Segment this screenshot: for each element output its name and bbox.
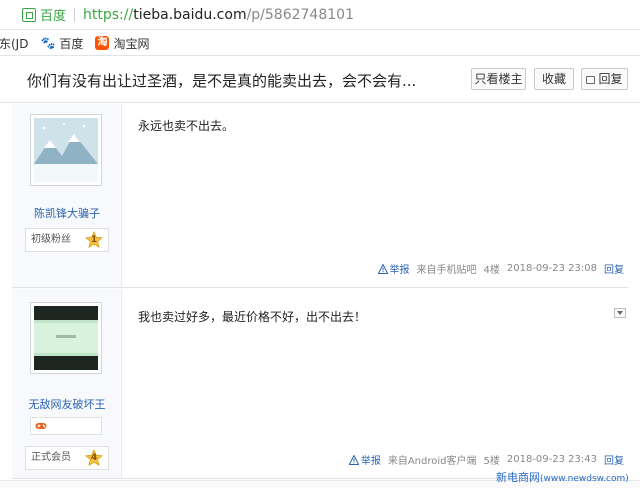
reply-button-label: 回复 — [598, 72, 623, 86]
post-source[interactable]: 来自手机贴吧 — [417, 261, 477, 276]
only-op-button[interactable]: 只看楼主 — [471, 68, 526, 90]
level-star-icon: 4 — [85, 449, 103, 467]
watermark-text: 新电商网 — [496, 471, 540, 484]
bookmarks-bar: 东(JD 🐾 百度 淘 淘宝网 — [0, 31, 640, 56]
warning-icon — [377, 263, 388, 274]
bookmark-baidu-label: 百度 — [59, 36, 84, 51]
post-floor-5: 无敌网友破坏王 正式会员 4 我也卖过好多，最近价格不好，出不出去！ 举报 来自… — [12, 289, 628, 479]
post-content: 我也卖过好多，最近价格不好，出不出去！ — [138, 310, 367, 324]
bookmark-baidu[interactable]: 🐾 百度 — [40, 35, 83, 52]
address-divider — [74, 7, 76, 22]
url-protocol: https:// — [83, 6, 134, 23]
level-number: 1 — [90, 235, 98, 245]
level-star-icon: 1 — [85, 231, 103, 249]
favorite-button[interactable]: 收藏 — [534, 68, 574, 90]
reply-button[interactable]: 回复 — [581, 68, 628, 90]
report-label: 举报 — [360, 456, 381, 467]
avatar[interactable] — [30, 114, 102, 186]
floor-number: 5楼 — [483, 456, 500, 467]
bookmark-taobao-label: 淘宝网 — [113, 36, 150, 51]
game-badge[interactable] — [30, 417, 102, 435]
address-bar[interactable]: 百度 https:// tieba.baidu.com /p/586274810… — [0, 0, 640, 30]
author-sidebar: 无敌网友破坏王 正式会员 4 — [12, 289, 122, 478]
bookmark-jd-label: 东(JD — [0, 36, 29, 51]
url-path: /p/5862748101 — [246, 6, 354, 23]
post-meta: 举报 来自Android客户端 5楼 2018-09-23 23:43 回复 — [348, 452, 624, 467]
warning-icon — [348, 454, 359, 465]
level-title: 正式会员 — [31, 452, 71, 463]
snowy-mountain-avatar-icon — [34, 118, 98, 182]
reply-bubble-icon — [586, 76, 596, 84]
bookmark-taobao[interactable]: 淘 淘宝网 — [95, 35, 149, 52]
thread-header: 你们有没有出让过圣酒，是不是真的能卖出去，会不会有... 只看楼主 收藏 回复 — [0, 57, 640, 103]
site-watermark: 新电商网(www.newdsw.com) — [496, 469, 629, 485]
dark-green-avatar-icon — [34, 306, 98, 370]
taobao-icon: 淘 — [95, 36, 110, 50]
post-floor-4: 陈凯锋大骗子 初级粉丝 1 永远也卖不出去。 举报 来自手机贴吧 4楼 2018… — [12, 104, 628, 288]
url-host: tieba.baidu.com — [133, 6, 247, 23]
reply-link[interactable]: 回复 — [604, 452, 624, 467]
post-source[interactable]: 来自Android客户端 — [388, 452, 477, 467]
member-level-badge: 正式会员 4 — [25, 446, 109, 470]
post-content: 永远也卖不出去。 — [138, 119, 235, 133]
post-menu-dropdown-icon[interactable] — [614, 308, 626, 318]
gamepad-icon — [35, 423, 47, 429]
level-title: 初级粉丝 — [31, 234, 71, 245]
level-number: 4 — [90, 453, 98, 463]
post-time: 2018-09-23 23:43 — [506, 454, 597, 465]
username[interactable]: 陈凯锋大骗子 — [12, 205, 122, 221]
bookmark-jd[interactable]: 东(JD — [0, 35, 28, 52]
baidu-paw-icon: 🐾 — [40, 36, 56, 50]
author-sidebar: 陈凯锋大骗子 初级粉丝 1 — [12, 104, 122, 287]
avatar[interactable] — [30, 302, 102, 374]
secure-site-icon — [22, 7, 36, 22]
report-link[interactable]: 举报 — [348, 452, 381, 467]
report-link[interactable]: 举报 — [377, 261, 410, 276]
report-label: 举报 — [389, 265, 410, 276]
reply-link[interactable]: 回复 — [604, 261, 624, 276]
watermark-url: (www.newdsw.com) — [540, 474, 629, 484]
username[interactable]: 无敌网友破坏王 — [12, 396, 122, 412]
floor-number: 4楼 — [483, 265, 500, 276]
thread-title: 你们有没有出让过圣酒，是不是真的能卖出去，会不会有... — [27, 72, 417, 90]
post-meta: 举报 来自手机贴吧 4楼 2018-09-23 23:08 回复 — [377, 261, 624, 276]
site-identity: 百度 — [40, 9, 67, 24]
post-time: 2018-09-23 23:08 — [506, 263, 597, 274]
fan-level-badge: 初级粉丝 1 — [25, 228, 109, 252]
